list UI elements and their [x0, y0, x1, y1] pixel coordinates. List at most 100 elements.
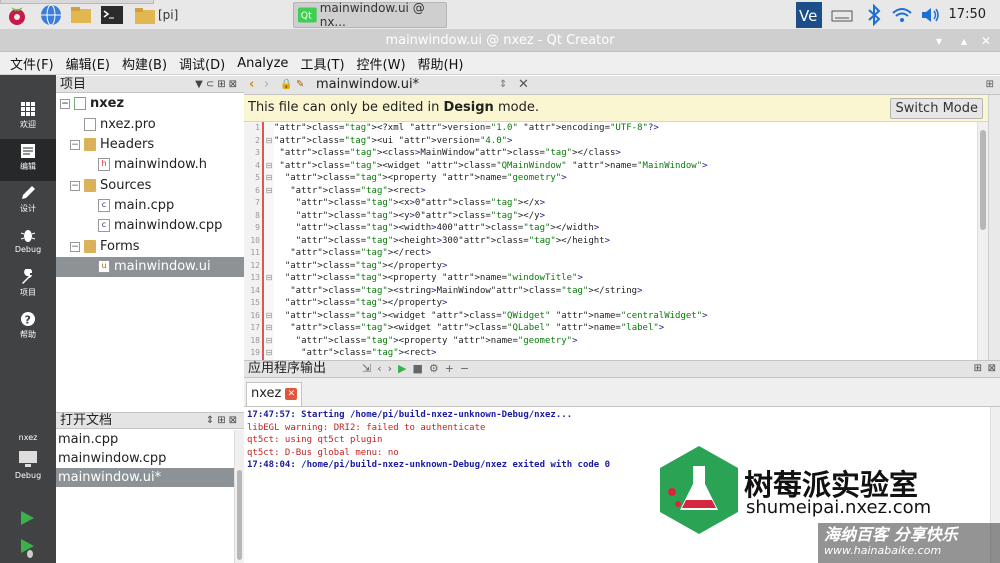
open-docs-list: main.cpp mainwindow.cpp mainwindow.ui* [56, 430, 234, 563]
mode-debug[interactable]: Debug [0, 223, 56, 265]
zoom-in-icon[interactable]: + [445, 362, 460, 375]
menu-analyze[interactable]: Analyze [237, 56, 288, 71]
close-tab-icon[interactable]: ✕ [285, 387, 298, 400]
fold-marker-icon[interactable]: ⊟ [264, 160, 274, 173]
mode-projects[interactable]: 项目 [0, 265, 56, 307]
tree-node-mainwindow-h[interactable]: h mainwindow.h [98, 155, 244, 175]
split-icon[interactable]: ⊞ [974, 361, 982, 377]
minimize-button[interactable]: ▾ [936, 30, 942, 52]
taskbar: [pi] Qt mainwindow.ui @ nx... Ve 17:50 [0, 0, 1000, 30]
open-docs-title[interactable]: 打开文档 [60, 413, 112, 428]
prev-icon[interactable]: ‹ [377, 362, 387, 375]
window-titlebar[interactable]: mainwindow.ui @ nxez - Qt Creator ▾ ▴ ✕ [0, 30, 1000, 52]
editor-scrollbar[interactable] [977, 122, 988, 360]
dropdown-icon[interactable]: ⇕ [499, 76, 507, 94]
close-panel-icon[interactable]: ⊠ [988, 361, 996, 377]
collapse-icon[interactable]: − [70, 139, 80, 150]
zoom-out-icon[interactable]: − [460, 362, 475, 375]
close-document-icon[interactable]: ✕ [518, 76, 529, 94]
stop-icon[interactable]: ■ [413, 362, 429, 375]
open-docs-scrollbar[interactable] [234, 430, 244, 563]
close-panel-icon[interactable]: ⊠ [229, 79, 240, 90]
tree-node-sources[interactable]: − Sources [70, 176, 244, 196]
menu-debug[interactable]: 调试(D) [179, 54, 225, 73]
forward-icon[interactable]: › [264, 76, 269, 94]
vnc-icon[interactable]: Ve [796, 2, 822, 28]
fold-marker-icon[interactable]: ⊟ [264, 322, 274, 335]
fold-marker-icon[interactable]: ⊟ [264, 135, 274, 148]
switch-mode-button[interactable]: Switch Mode [890, 98, 983, 119]
output-tab[interactable]: nxez ✕ [246, 382, 303, 406]
debug-run-icon[interactable] [18, 537, 36, 559]
open-doc-item[interactable]: mainwindow.cpp [56, 449, 234, 468]
fold-marker-icon[interactable]: ⊟ [264, 347, 274, 360]
mode-design[interactable]: 设计 [0, 181, 56, 223]
folder-icon [84, 138, 96, 151]
link-icon[interactable]: ⊂ [206, 79, 217, 90]
open-doc-item-selected[interactable]: mainwindow.ui* [56, 468, 234, 487]
collapse-icon[interactable]: − [70, 241, 80, 252]
scroll-thumb[interactable] [237, 470, 242, 560]
wifi-icon[interactable] [890, 3, 914, 27]
close-button[interactable]: ✕ [981, 30, 991, 52]
next-icon[interactable]: › [388, 362, 398, 375]
code-line: "attr">class="tag"><widget "attr">class=… [284, 310, 708, 321]
task-qt-creator[interactable]: Qt mainwindow.ui @ nx... [293, 1, 447, 29]
menu-file[interactable]: 文件(F) [10, 54, 54, 73]
menu-edit[interactable]: 编辑(E) [66, 54, 110, 73]
grid-icon [21, 102, 35, 116]
tree-node-headers[interactable]: − Headers [70, 135, 244, 155]
attach-icon[interactable]: ⇲ [362, 362, 377, 375]
project-panel-title[interactable]: 项目 [60, 77, 86, 92]
menu-help[interactable]: 帮助(H) [418, 54, 464, 73]
split-icon[interactable]: ⊞ [217, 79, 228, 90]
code-line: "attr">class="tag"><y>0"attr">class="tag… [295, 210, 545, 221]
scroll-thumb[interactable] [980, 130, 986, 230]
tree-node-forms[interactable]: − Forms [70, 237, 244, 257]
fold-marker-icon[interactable]: ⊟ [264, 272, 274, 285]
split-icon[interactable]: ⊞ [217, 415, 228, 426]
browser-globe-icon[interactable] [39, 3, 63, 27]
collapse-icon[interactable]: − [60, 98, 70, 109]
menu-widgets[interactable]: 控件(W) [357, 54, 406, 73]
run-icon[interactable] [18, 509, 36, 527]
tree-node-pro[interactable]: nxez.pro [84, 115, 244, 135]
mode-welcome[interactable]: 欢迎 [0, 97, 56, 139]
kit-selector[interactable]: Debug [0, 450, 56, 486]
cpu-monitor-icon[interactable] [830, 3, 854, 27]
fold-marker-icon[interactable]: ⊟ [264, 185, 274, 198]
output-tab-label: nxez [251, 386, 282, 401]
file-manager-icon[interactable] [69, 3, 93, 27]
mode-help[interactable]: ? 帮助 [0, 307, 56, 349]
raspberry-menu-icon[interactable] [5, 3, 29, 27]
project-panel-header: 项目 ▼⊂⊞⊠ [56, 76, 244, 93]
clock[interactable]: 17:50 [949, 7, 986, 22]
close-panel-icon[interactable]: ⊠ [229, 415, 240, 426]
task-pi-folder[interactable]: [pi] [135, 2, 178, 28]
filter-icon[interactable]: ▼ [195, 79, 206, 90]
tree-node-main-cpp[interactable]: c main.cpp [98, 196, 244, 216]
menu-build[interactable]: 构建(B) [122, 54, 167, 73]
split-icon[interactable]: ⊞ [986, 76, 994, 94]
menu-tools[interactable]: 工具(T) [300, 54, 344, 73]
fold-marker-icon[interactable]: ⊟ [264, 310, 274, 323]
tree-node-mainwindow-ui[interactable]: u mainwindow.ui [56, 257, 244, 277]
tree-node-root[interactable]: − nxez [60, 94, 244, 114]
fold-marker-icon[interactable]: ⊟ [264, 172, 274, 185]
rerun-icon[interactable]: ▶ [398, 362, 412, 375]
bluetooth-icon[interactable] [862, 3, 886, 27]
fold-marker-icon[interactable]: ⊟ [264, 335, 274, 348]
volume-icon[interactable] [919, 3, 943, 27]
tree-node-mainwindow-cpp[interactable]: c mainwindow.cpp [98, 216, 244, 236]
back-icon[interactable]: ‹ [249, 76, 254, 94]
output-pane-title[interactable]: 应用程序输出 [248, 361, 326, 376]
maximize-button[interactable]: ▴ [961, 30, 967, 52]
terminal-icon[interactable] [100, 3, 124, 27]
mode-edit[interactable]: 编辑 [0, 139, 56, 181]
code-editor[interactable]: "attr">class="tag"><?xml "attr">version=… [274, 122, 977, 360]
collapse-icon[interactable]: − [70, 180, 80, 191]
editor-file-tab[interactable]: mainwindow.ui* [316, 76, 419, 94]
settings-icon[interactable]: ⚙ [429, 362, 445, 375]
dropdown-icon[interactable]: ⇕ [206, 415, 217, 426]
open-doc-item[interactable]: main.cpp [56, 430, 234, 449]
